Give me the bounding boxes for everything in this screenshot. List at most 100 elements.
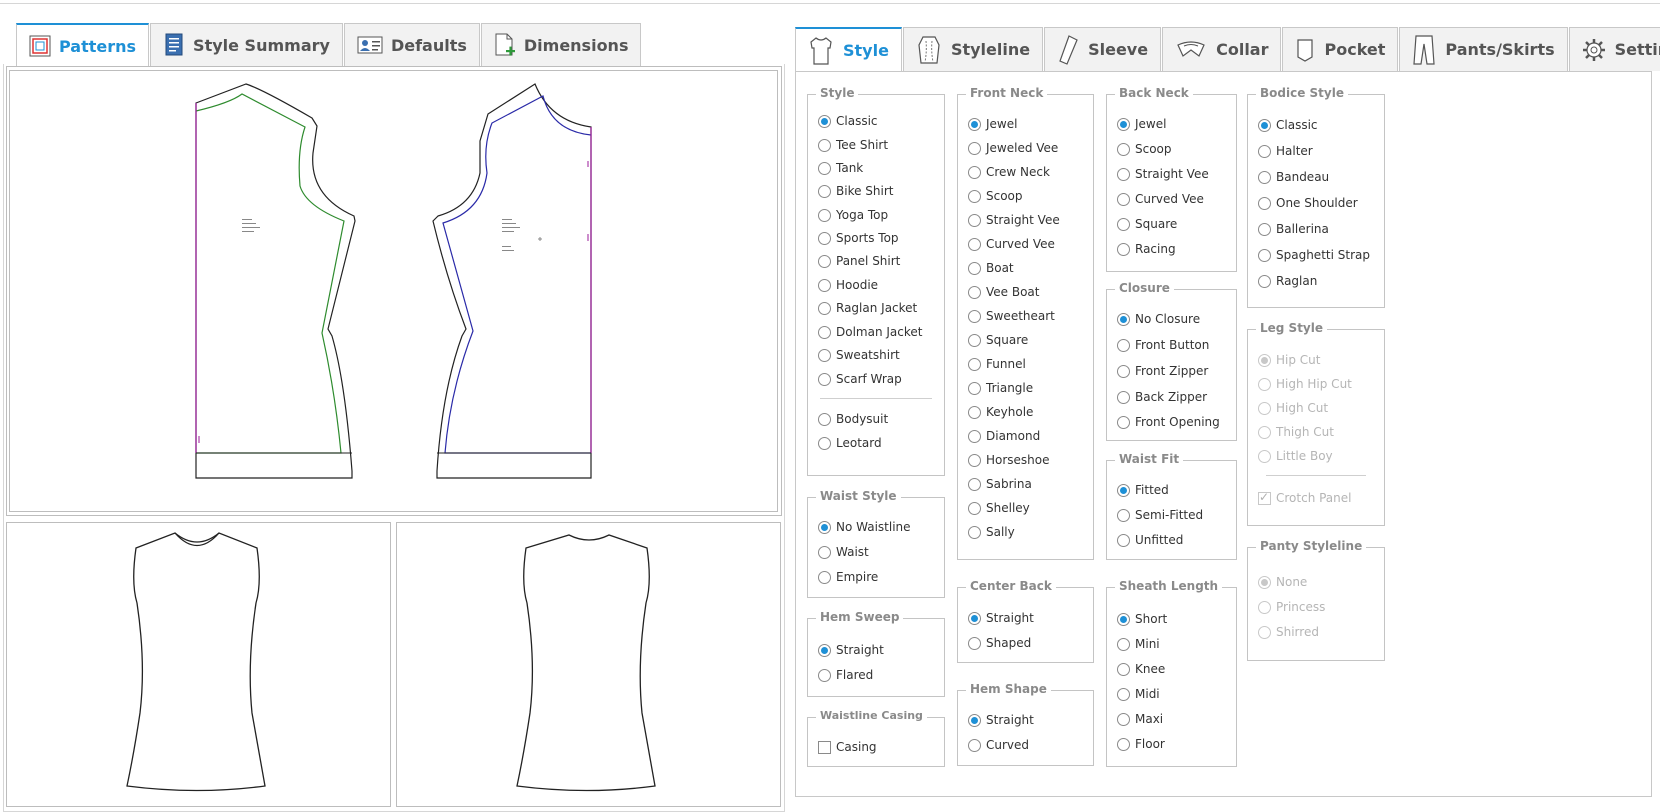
radio-button[interactable] bbox=[818, 208, 831, 222]
radio-button[interactable] bbox=[1258, 170, 1271, 184]
radio-button[interactable] bbox=[968, 453, 981, 467]
back-neck-option-scoop[interactable]: Scoop bbox=[1117, 142, 1172, 156]
style-option-leotard[interactable]: Leotard bbox=[818, 436, 882, 450]
closure-option-front-opening[interactable]: Front Opening bbox=[1117, 415, 1220, 429]
leg-option-little-boy[interactable]: Little Boy bbox=[1258, 449, 1333, 463]
style-option-tank[interactable]: Tank bbox=[818, 161, 863, 175]
bodice-option-halter[interactable]: Halter bbox=[1258, 144, 1313, 158]
radio-button[interactable] bbox=[1258, 196, 1271, 210]
radio-button[interactable] bbox=[1117, 242, 1130, 256]
radio-button[interactable] bbox=[968, 261, 981, 275]
back-neck-option-racing[interactable]: Racing bbox=[1117, 242, 1176, 256]
radio-button[interactable] bbox=[818, 161, 831, 175]
radio-button[interactable] bbox=[818, 372, 831, 386]
front-neck-option-sabrina[interactable]: Sabrina bbox=[968, 477, 1032, 491]
radio-button[interactable] bbox=[1258, 274, 1271, 288]
front-neck-option-straight-vee[interactable]: Straight Vee bbox=[968, 213, 1060, 227]
style-option-raglan-jacket[interactable]: Raglan Jacket bbox=[818, 301, 917, 315]
radio-button[interactable] bbox=[1117, 312, 1130, 326]
radio-button[interactable] bbox=[1258, 248, 1271, 262]
radio-button[interactable] bbox=[818, 138, 831, 152]
sheath-option-mini[interactable]: Mini bbox=[1117, 637, 1160, 651]
radio-button[interactable] bbox=[1117, 612, 1130, 626]
radio-button[interactable] bbox=[968, 333, 981, 347]
radio-button[interactable] bbox=[1117, 117, 1130, 131]
front-neck-option-boat[interactable]: Boat bbox=[968, 261, 1014, 275]
radio-button[interactable] bbox=[968, 117, 981, 131]
radio-button[interactable] bbox=[1258, 625, 1271, 639]
sheath-option-maxi[interactable]: Maxi bbox=[1117, 712, 1163, 726]
radio-button[interactable] bbox=[1117, 637, 1130, 651]
radio-button[interactable] bbox=[1117, 142, 1130, 156]
sheath-option-floor[interactable]: Floor bbox=[1117, 737, 1165, 751]
style-option-bodysuit[interactable]: Bodysuit bbox=[818, 412, 888, 426]
radio-button[interactable] bbox=[818, 231, 831, 245]
tab-pants-skirts[interactable]: Pants/Skirts bbox=[1399, 27, 1568, 71]
waist-fit-option-fitted[interactable]: Fitted bbox=[1117, 483, 1169, 497]
style-option-yoga-top[interactable]: Yoga Top bbox=[818, 208, 888, 222]
front-neck-option-curved-vee[interactable]: Curved Vee bbox=[968, 237, 1055, 251]
bodice-option-raglan[interactable]: Raglan bbox=[1258, 274, 1317, 288]
radio-button[interactable] bbox=[818, 520, 831, 534]
radio-button[interactable] bbox=[1117, 737, 1130, 751]
leg-option-thigh-cut[interactable]: Thigh Cut bbox=[1258, 425, 1334, 439]
radio-button[interactable] bbox=[968, 141, 981, 155]
front-neck-option-jewel[interactable]: Jewel bbox=[968, 117, 1017, 131]
radio-button[interactable] bbox=[1258, 575, 1271, 589]
front-neck-option-vee-boat[interactable]: Vee Boat bbox=[968, 285, 1040, 299]
radio-button[interactable] bbox=[818, 668, 831, 682]
tab-style[interactable]: Style bbox=[795, 27, 902, 72]
radio-button[interactable] bbox=[818, 325, 831, 339]
style-option-bike-shirt[interactable]: Bike Shirt bbox=[818, 184, 893, 198]
radio-button[interactable] bbox=[968, 189, 981, 203]
radio-button[interactable] bbox=[968, 501, 981, 515]
style-option-hoodie[interactable]: Hoodie bbox=[818, 278, 878, 292]
radio-button[interactable] bbox=[818, 643, 831, 657]
radio-button[interactable] bbox=[968, 237, 981, 251]
radio-button[interactable] bbox=[1117, 364, 1130, 378]
tab-patterns[interactable]: Patterns bbox=[16, 23, 150, 67]
radio-button[interactable] bbox=[1117, 217, 1130, 231]
tab-sleeve[interactable]: Sleeve bbox=[1044, 27, 1162, 71]
sheath-option-midi[interactable]: Midi bbox=[1117, 687, 1160, 701]
front-neck-option-keyhole[interactable]: Keyhole bbox=[968, 405, 1033, 419]
radio-button[interactable] bbox=[1117, 338, 1130, 352]
style-option-dolman-jacket[interactable]: Dolman Jacket bbox=[818, 325, 922, 339]
front-neck-option-triangle[interactable]: Triangle bbox=[968, 381, 1033, 395]
radio-button[interactable] bbox=[968, 636, 981, 650]
radio-button[interactable] bbox=[1258, 222, 1271, 236]
front-neck-option-funnel[interactable]: Funnel bbox=[968, 357, 1026, 371]
radio-button[interactable] bbox=[968, 525, 981, 539]
radio-button[interactable] bbox=[818, 301, 831, 315]
radio-button[interactable] bbox=[1117, 687, 1130, 701]
bodice-option-classic[interactable]: Classic bbox=[1258, 118, 1318, 132]
bodice-option-spaghetti-strap[interactable]: Spaghetti Strap bbox=[1258, 248, 1370, 262]
radio-button[interactable] bbox=[1117, 390, 1130, 404]
radio-button[interactable] bbox=[968, 611, 981, 625]
radio-button[interactable] bbox=[968, 309, 981, 323]
radio-button[interactable] bbox=[1117, 167, 1130, 181]
closure-option-back-zipper[interactable]: Back Zipper bbox=[1117, 390, 1207, 404]
bodice-option-one-shoulder[interactable]: One Shoulder bbox=[1258, 196, 1358, 210]
front-neck-option-shelley[interactable]: Shelley bbox=[968, 501, 1030, 515]
radio-button[interactable] bbox=[818, 545, 831, 559]
style-option-classic[interactable]: Classic bbox=[818, 114, 878, 128]
radio-button[interactable] bbox=[1258, 377, 1271, 391]
radio-button[interactable] bbox=[818, 436, 831, 450]
leg-option-high-cut[interactable]: High Cut bbox=[1258, 401, 1328, 415]
radio-button[interactable] bbox=[818, 570, 831, 584]
closure-option-front-zipper[interactable]: Front Zipper bbox=[1117, 364, 1208, 378]
style-option-sweatshirt[interactable]: Sweatshirt bbox=[818, 348, 900, 362]
bodice-option-bandeau[interactable]: Bandeau bbox=[1258, 170, 1329, 184]
hem-sweep-option-straight[interactable]: Straight bbox=[818, 643, 884, 657]
radio-button[interactable] bbox=[818, 348, 831, 362]
style-option-panel-shirt[interactable]: Panel Shirt bbox=[818, 254, 900, 268]
checkbox[interactable] bbox=[818, 740, 831, 754]
hem-shape-option-straight[interactable]: Straight bbox=[968, 713, 1034, 727]
center-back-option-straight[interactable]: Straight bbox=[968, 611, 1034, 625]
radio-button[interactable] bbox=[1117, 483, 1130, 497]
radio-button[interactable] bbox=[818, 254, 831, 268]
style-option-sports-top[interactable]: Sports Top bbox=[818, 231, 899, 245]
waist-style-option-waist[interactable]: Waist bbox=[818, 545, 869, 559]
front-neck-option-diamond[interactable]: Diamond bbox=[968, 429, 1040, 443]
